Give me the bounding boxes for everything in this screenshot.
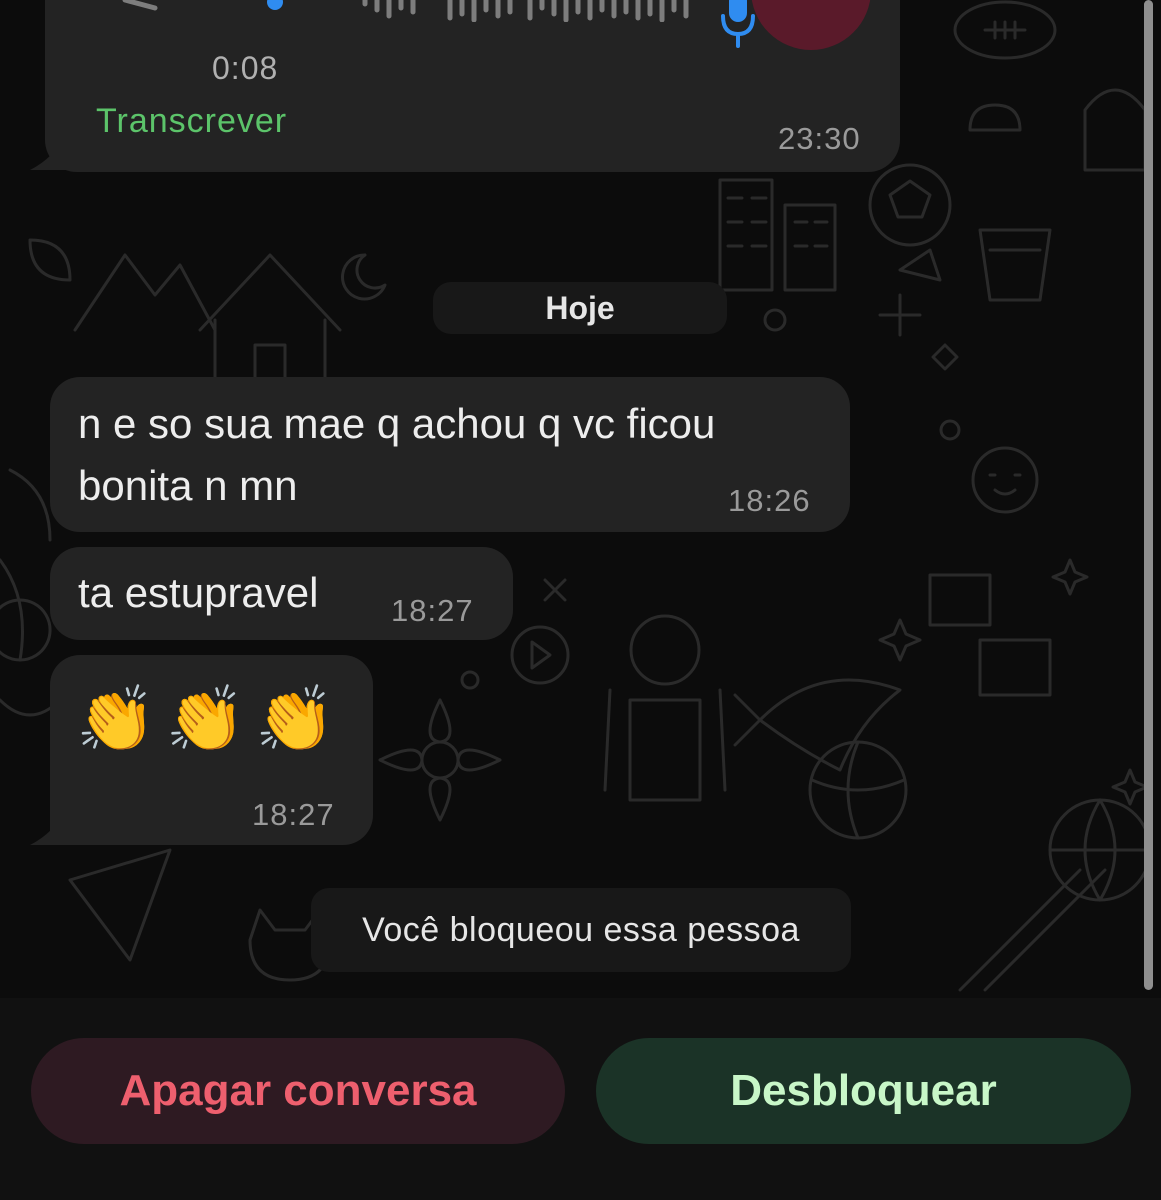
- chat-area[interactable]: 0:08 Transcrever 23:30 Hoje n e so sua m…: [0, 0, 1161, 998]
- delete-conversation-button[interactable]: Apagar conversa: [31, 1038, 565, 1144]
- unblock-button[interactable]: Desbloquear: [596, 1038, 1131, 1144]
- sender-avatar[interactable]: [751, 0, 871, 50]
- delete-conversation-label: Apagar conversa: [119, 1066, 477, 1115]
- message-text: bonita n mn: [78, 462, 298, 509]
- emoji-message: 👏👏👏: [76, 683, 346, 755]
- incoming-message[interactable]: 👏👏👏 18:27: [50, 655, 373, 845]
- waveform: [122, 0, 689, 22]
- message-time: 18:26: [728, 483, 811, 518]
- message-text: ta estupravel: [78, 569, 319, 616]
- transcribe-link[interactable]: Transcrever: [96, 102, 287, 141]
- date-divider-label: Hoje: [545, 290, 615, 326]
- blocked-notice: Você bloqueou essa pessoa: [311, 888, 851, 972]
- message-time: 18:27: [252, 797, 335, 832]
- message-time: 23:30: [778, 121, 861, 156]
- voice-duration: 0:08: [212, 50, 279, 86]
- scrollbar[interactable]: [1144, 0, 1153, 990]
- voice-message-bubble[interactable]: 0:08 Transcrever 23:30: [45, 0, 900, 172]
- blocked-actions-bar: Apagar conversa Desbloquear: [0, 998, 1161, 1200]
- microphone-icon: [720, 0, 756, 53]
- blocked-notice-text: Você bloqueou essa pessoa: [362, 911, 800, 949]
- message-time: 18:27: [391, 593, 474, 628]
- incoming-message[interactable]: ta estupravel 18:27: [50, 547, 513, 640]
- unblock-label: Desbloquear: [730, 1066, 997, 1115]
- date-divider: Hoje: [433, 282, 727, 334]
- incoming-message[interactable]: n e so sua mae q achou q vc ficou bonita…: [50, 377, 850, 532]
- bubble-tail: [30, 130, 70, 170]
- bubble-tail: [30, 805, 70, 845]
- message-text: n e so sua mae q achou q vc ficou: [78, 400, 716, 447]
